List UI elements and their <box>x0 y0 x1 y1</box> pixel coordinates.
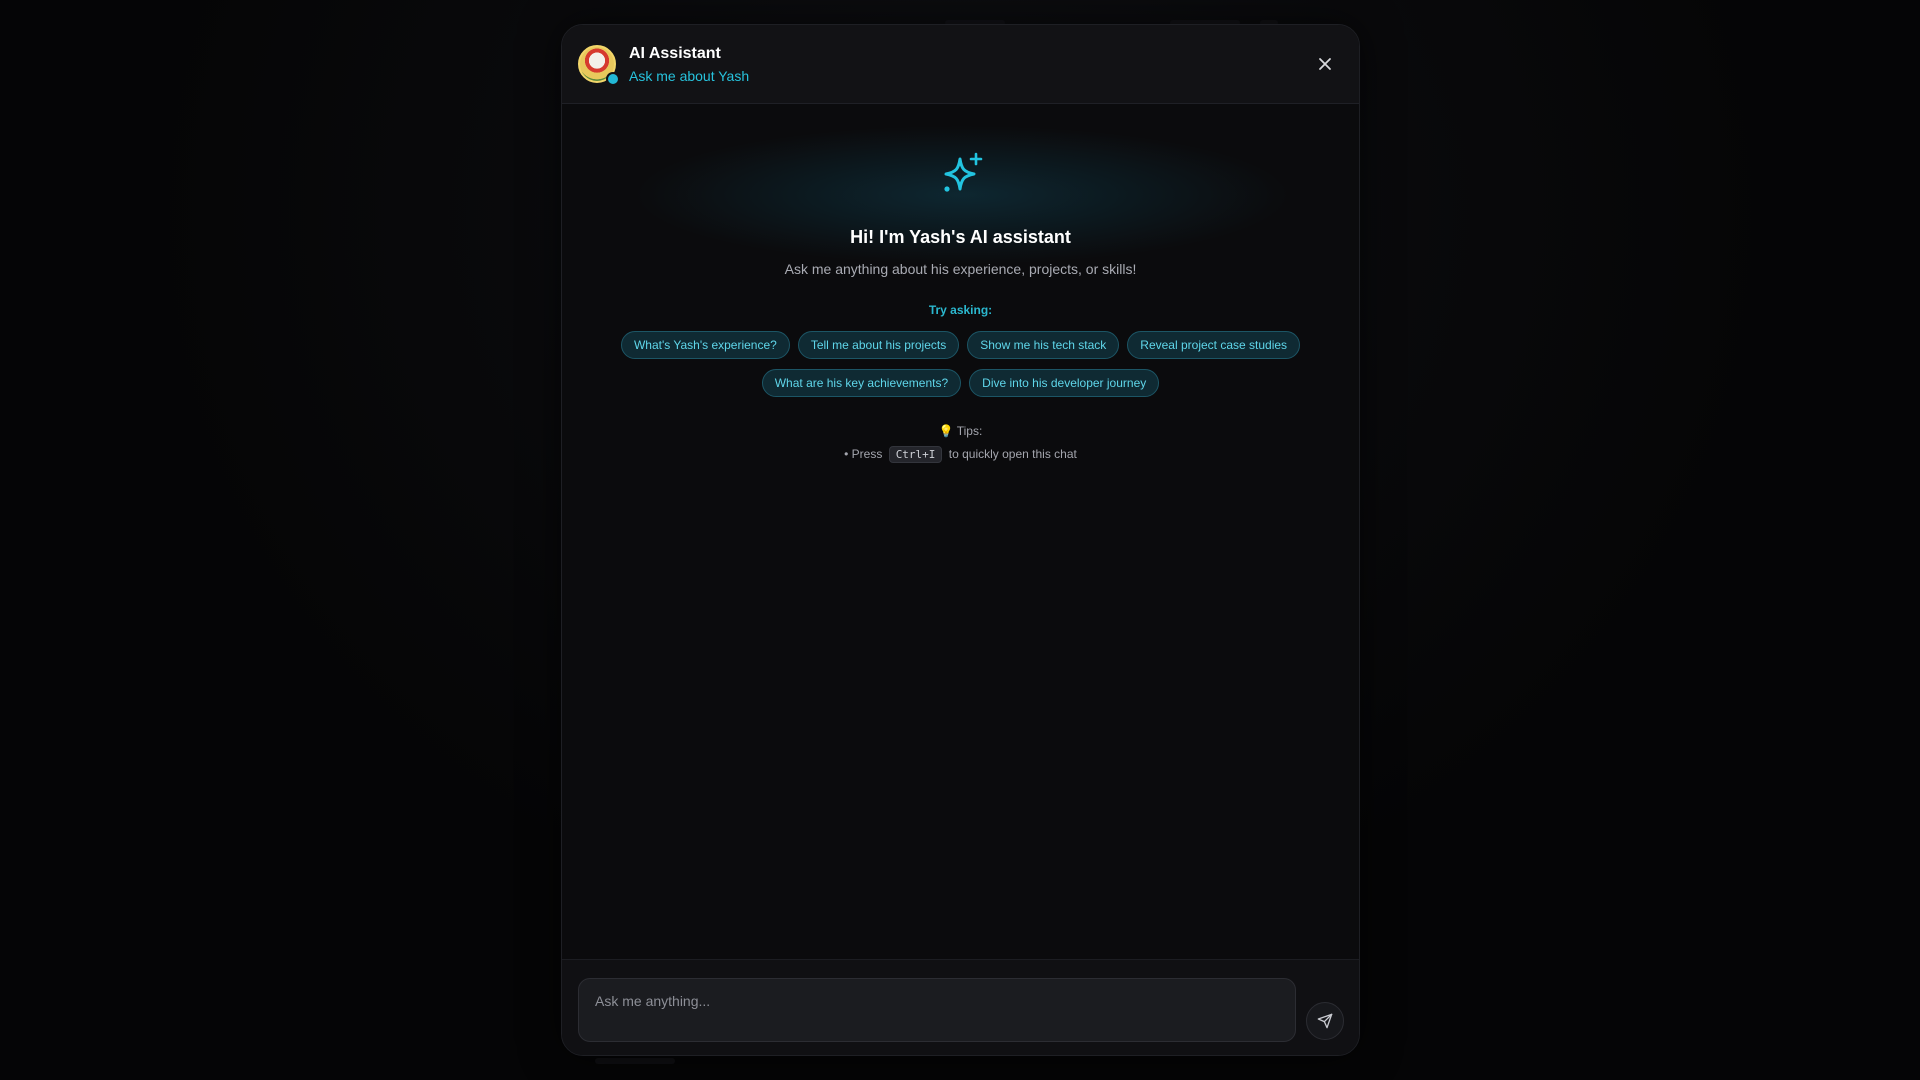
sparkle-icon <box>944 152 983 192</box>
send-button[interactable] <box>1306 1002 1344 1040</box>
header-subtitle: Ask me about Yash <box>629 68 750 84</box>
header-title: AI Assistant <box>629 45 721 62</box>
suggestion-chip-projects[interactable]: Tell me about his projects <box>797 331 960 359</box>
background-blur-element <box>595 1058 675 1064</box>
tips-line: • Press Ctrl+I to quickly open this chat <box>562 446 1359 463</box>
suggestion-chip-experience[interactable]: What's Yash's experience? <box>620 331 790 359</box>
send-icon <box>1317 1013 1333 1029</box>
chat-header: AI Assistant Ask me about Yash <box>562 25 1359 104</box>
tips-suffix: to quickly open this chat <box>948 447 1077 461</box>
online-status-indicator <box>606 72 620 86</box>
suggestion-chip-developer-journey[interactable]: Dive into his developer journey <box>969 369 1160 397</box>
suggestions-label: Try asking: <box>928 303 993 317</box>
keyboard-shortcut: Ctrl+I <box>888 446 943 463</box>
chat-input[interactable] <box>578 978 1296 1042</box>
suggestion-chip-achievements[interactable]: What are his key achievements? <box>761 369 962 397</box>
suggestion-chip-case-studies[interactable]: Reveal project case studies <box>1127 331 1301 359</box>
close-button[interactable] <box>1312 51 1338 77</box>
suggestion-row: What are his key achievements? Dive into… <box>562 369 1359 397</box>
welcome-subtitle: Ask me anything about his experience, pr… <box>784 261 1137 277</box>
chat-window: AI Assistant Ask me about Yash Hi! I'm Y… <box>561 24 1360 1056</box>
welcome-title: Hi! I'm Yash's AI assistant <box>850 227 1071 247</box>
composer <box>562 959 1359 1055</box>
suggestion-row: What's Yash's experience? Tell me about … <box>562 331 1359 359</box>
tips-prefix: • Press <box>844 447 883 461</box>
tips-label: 💡 Tips: <box>938 424 983 438</box>
close-icon <box>1319 58 1331 70</box>
suggestion-chip-tech-stack[interactable]: Show me his tech stack <box>967 331 1120 359</box>
